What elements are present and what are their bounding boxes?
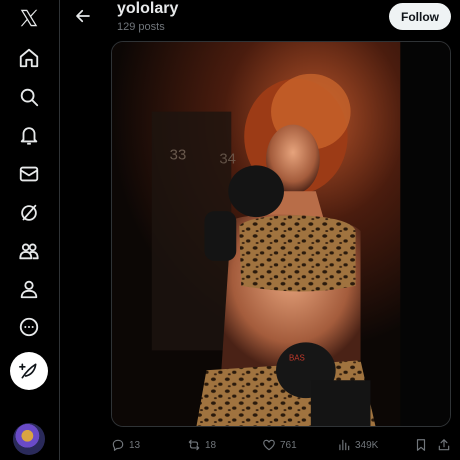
like-count: 761 [280,439,297,451]
heart-icon [263,439,275,451]
home-icon [19,48,39,68]
svg-text:BAS: BAS [289,353,305,362]
communities-icon [19,243,39,260]
reply-button[interactable]: 13 [111,434,140,456]
sidebar [0,0,60,460]
nav-messages[interactable] [8,158,50,190]
app-window: yololary 129 posts Follow 33 34 BAS 13 1… [0,0,460,460]
posts-count: 129 posts [117,21,165,33]
nav-grok[interactable] [8,197,50,229]
svg-text:33: 33 [170,147,187,163]
share-button[interactable] [437,434,451,456]
nav-notifications[interactable] [8,119,50,151]
follow-button[interactable]: Follow [389,3,451,30]
profile-icon [20,280,38,299]
bookmark-button[interactable] [414,434,428,456]
post-photo[interactable]: 33 34 BAS [111,41,451,427]
nav-home[interactable] [8,42,50,74]
views-count: 349K [355,439,379,451]
nav-search[interactable] [8,81,50,113]
x-logo-button[interactable] [8,2,50,34]
back-button[interactable] [70,3,96,29]
arrow-left-icon [76,9,90,23]
repost-icon [188,439,200,451]
post-actions: 13 18 761 349K [111,434,456,456]
share-icon [438,439,450,451]
search-icon [20,88,39,107]
nav-profile[interactable] [8,273,50,305]
repost-count: 18 [205,439,217,451]
nav-more[interactable] [8,311,50,343]
views-button[interactable]: 349K [337,434,378,456]
reply-icon [112,439,124,451]
nav-communities[interactable] [8,235,50,267]
grok-icon [21,204,37,221]
profile-name: yololary [117,0,179,17]
mail-icon [19,166,39,182]
views-icon [339,439,350,451]
bell-icon [20,127,38,145]
reply-count: 13 [129,439,141,451]
like-button[interactable]: 761 [262,434,297,456]
account-avatar[interactable] [13,423,45,455]
feather-plus-icon [19,363,37,379]
x-logo-icon [20,9,38,27]
svg-text:34: 34 [219,151,236,167]
profile-header: yololary 129 posts Follow [60,0,460,40]
compose-post-button[interactable] [10,352,48,390]
bookmark-icon [416,439,426,451]
more-icon [19,317,39,337]
repost-button[interactable]: 18 [187,434,216,456]
